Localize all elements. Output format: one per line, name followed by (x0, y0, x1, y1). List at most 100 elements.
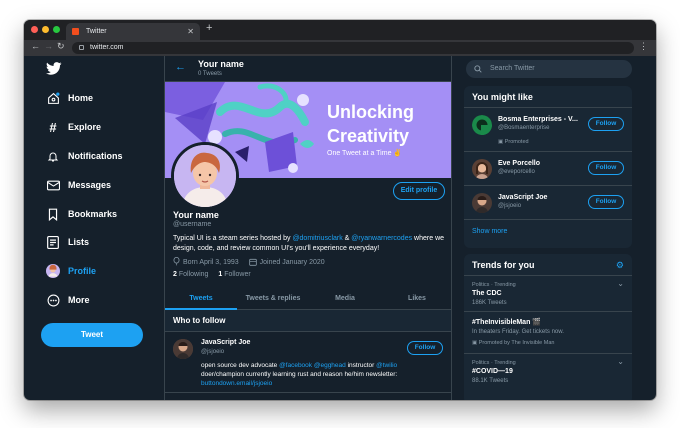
trend-count: 186K Tweets (472, 300, 507, 306)
sidebar-item-bookmarks[interactable]: Bookmarks (46, 206, 117, 222)
banner-title-line2: Creativity (327, 126, 410, 146)
sidebar-item-label: More (68, 295, 90, 305)
bio-text: open source dev advocate (201, 362, 280, 369)
sidebar-item-more[interactable]: More (46, 292, 90, 308)
new-tab-icon[interactable]: + (206, 22, 212, 34)
twitter-logo-icon[interactable] (46, 62, 62, 80)
sidebar-item-home[interactable]: Home (46, 90, 93, 106)
gear-icon[interactable]: ⚙ (616, 254, 624, 276)
bio-mention-link[interactable]: @egghead (314, 362, 346, 369)
trend-item[interactable]: Politics · Trending ⌄ #COVID—19 88.1K Tw… (464, 354, 632, 394)
sidebar-item-label: Lists (68, 237, 90, 247)
promoted-icon: ▣ (498, 139, 505, 145)
sidebar-item-profile[interactable]: Profile (46, 263, 96, 279)
profile-name: Your name (173, 210, 219, 220)
balloon-icon (173, 256, 180, 268)
following-link[interactable]: 2 Following (173, 271, 208, 278)
bell-icon (46, 149, 60, 163)
search-placeholder: Search Twitter (490, 65, 535, 72)
sidebar-item-lists[interactable]: Lists (46, 234, 89, 250)
follow-button[interactable]: Follow (588, 195, 624, 209)
trend-item-promoted[interactable]: #TheInvisibleMan 🎬 In theaters Friday. G… (464, 312, 632, 354)
follow-button[interactable]: Follow (588, 117, 624, 131)
who-to-follow-item[interactable]: JavaScript Joe @jsjoeio Follow open sour… (165, 333, 451, 393)
suggestion-handle: @jsjoeio (201, 349, 225, 355)
back-arrow-icon[interactable]: ← (175, 61, 186, 73)
browser-toolbar: ← → ↻ twitter.com ⋮ (24, 40, 656, 56)
chevron-down-icon[interactable]: ⌄ (617, 279, 624, 288)
browser-menu-icon[interactable]: ⋮ (639, 41, 648, 52)
browser-tab[interactable]: Twitter ✕ (66, 23, 200, 40)
suggestion-item[interactable]: Bosma Enterprises - V... @Bosmaenterpris… (464, 108, 632, 152)
suggestion-name[interactable]: JavaScript Joe (498, 194, 547, 201)
close-window-button[interactable] (31, 26, 38, 33)
banner-title: Unlocking Creativity (327, 100, 414, 148)
you-might-like-card: You might like Bosma Enterprises - V... … (464, 86, 632, 248)
who-to-follow-title: Who to follow (165, 310, 451, 332)
avatar-illustration (174, 145, 236, 207)
back-arrow-icon[interactable]: ← (31, 41, 40, 51)
search-icon (474, 60, 482, 80)
trend-topic: #COVID—19 (472, 368, 513, 375)
maximize-window-button[interactable] (53, 26, 60, 33)
profile-tabs: Tweets Tweets & replies Media Likes (165, 288, 451, 310)
suggestion-bio: open source dev advocate @facebook @eggh… (201, 361, 411, 388)
bio-mention-link[interactable]: @ryanwarnercodes (351, 235, 412, 242)
bio-text: instructor (345, 362, 377, 369)
sidebar-item-messages[interactable]: Messages (46, 177, 111, 193)
promoted-icon: ▣ (472, 340, 479, 346)
bio-text: Typical UI is a steam series hosted by (173, 235, 293, 242)
lock-icon (79, 45, 84, 50)
bio-mention-link[interactable]: @domitriusclark (292, 235, 342, 242)
sidebar-item-explore[interactable]: # Explore (46, 119, 101, 135)
tab-tweets-replies[interactable]: Tweets & replies (237, 288, 309, 309)
profile-meta: Born April 3, 1993 Joined January 2020 (173, 256, 325, 268)
hashtag-icon: # (49, 119, 57, 135)
bio-mention-link[interactable]: @twilio (376, 362, 397, 369)
suggestion-name[interactable]: Eve Porcello (498, 160, 540, 167)
address-bar-url: twitter.com (90, 44, 124, 51)
suggestion-item[interactable]: Eve Porcello @eveporcello Follow (464, 152, 632, 186)
profile-avatar[interactable] (171, 142, 239, 210)
home-icon (46, 91, 60, 105)
reload-icon[interactable]: ↻ (57, 41, 65, 52)
suggestion-item[interactable]: JavaScript Joe @jsjoeio Follow (464, 186, 632, 220)
tab-media[interactable]: Media (309, 288, 381, 309)
banner-subtitle: One Tweet at a Time ✌️ (327, 150, 403, 157)
following-label: Following (176, 271, 209, 278)
promoted-label: ▣ Promoted (498, 139, 529, 145)
suggestion-handle: @jsjoeio (498, 203, 522, 209)
followers-link[interactable]: 1 Follower (218, 271, 250, 278)
newsletter-link[interactable]: buttondown.email/jsjoeio (201, 380, 272, 387)
close-tab-icon[interactable]: ✕ (187, 23, 194, 40)
minimize-window-button[interactable] (42, 26, 49, 33)
suggestion-name[interactable]: JavaScript Joe (201, 339, 250, 346)
follow-button[interactable]: Follow (407, 341, 443, 355)
tweet-button[interactable]: Tweet (41, 323, 143, 347)
follow-button[interactable]: Follow (588, 161, 624, 175)
address-bar[interactable]: twitter.com (72, 42, 634, 54)
trend-item[interactable]: Politics · Trending ⌄ The CDC 186K Tweet… (464, 276, 632, 312)
chevron-down-icon[interactable]: ⌄ (617, 357, 624, 366)
avatar (173, 339, 193, 359)
suggestion-name[interactable]: Bosma Enterprises - V... (498, 116, 578, 123)
sidebar-item-notifications[interactable]: Notifications (46, 148, 123, 164)
tab-tweets[interactable]: Tweets (165, 288, 237, 310)
browser-tab-title: Twitter (86, 28, 107, 35)
right-column: Search Twitter You might like Bosma Ente… (452, 56, 656, 400)
tab-likes[interactable]: Likes (381, 288, 451, 309)
profile-birthday: Born April 3, 1993 (183, 259, 239, 266)
show-more-link[interactable]: Show more (464, 220, 632, 244)
envelope-icon (46, 178, 60, 192)
avatar (46, 264, 60, 278)
search-input[interactable]: Search Twitter (466, 60, 632, 78)
promoted-label: ▣ Promoted by The Invisible Man (472, 340, 554, 346)
bio-mention-link[interactable]: @facebook (279, 362, 312, 369)
sidebar: Home # Explore Notifications Messages Bo… (24, 56, 164, 400)
forward-arrow-icon[interactable]: → (44, 41, 53, 51)
edit-profile-button[interactable]: Edit profile (393, 182, 445, 200)
promoted-text: Promoted (504, 139, 529, 145)
calendar-icon (248, 258, 257, 268)
sidebar-item-label: Bookmarks (68, 209, 118, 219)
trends-title-text: Trends for you (472, 260, 535, 270)
